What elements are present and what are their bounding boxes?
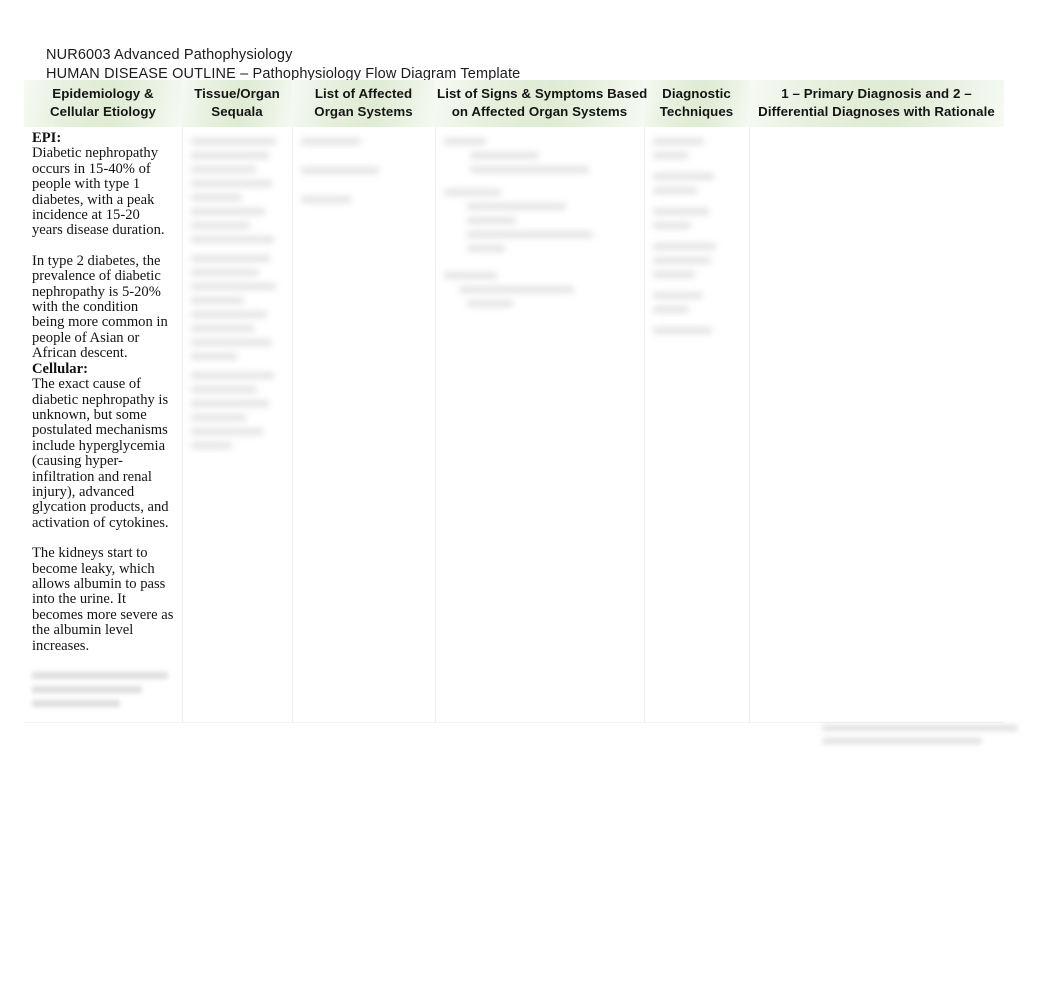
cellular-paragraph-1: The exact cause of diabetic nephropathy … xyxy=(32,376,169,531)
cell-affected-organ-systems xyxy=(292,127,436,723)
pathophysiology-flow-table: Epidemiology & Cellular Etiology Tissue/… xyxy=(24,80,1004,723)
column-header-affected-organ-systems: List of Affected Organ Systems xyxy=(292,80,435,127)
header-line-1: Tissue/Organ xyxy=(194,85,280,101)
epi-paragraph-1: Diabetic nephropathy occurs in 15-40% of… xyxy=(32,145,165,239)
header-line-1: Diagnostic xyxy=(662,85,731,101)
column-1-illegible-note xyxy=(32,672,174,707)
table-header-row: Epidemiology & Cellular Etiology Tissue/… xyxy=(24,80,1004,127)
course-title: NUR6003 Advanced Pathophysiology xyxy=(46,47,293,63)
cell-primary-and-differential-diagnoses xyxy=(749,127,1004,723)
header-line-2: Organ Systems xyxy=(314,104,413,119)
header-line-2: Cellular Etiology xyxy=(49,104,157,119)
column-header-epidemiology: Epidemiology & Cellular Etiology xyxy=(24,80,182,127)
epi-paragraph-2: In type 2 diabetes, the prevalence of di… xyxy=(32,252,168,362)
header-line-1: List of Signs & Symptoms Based xyxy=(437,85,648,101)
column-header-diagnostic-techniques: Diagnostic Techniques xyxy=(644,80,749,127)
illegible-content-block xyxy=(645,127,749,352)
cell-tissue-organ-sequala xyxy=(182,127,293,723)
header-line-2: Sequala xyxy=(211,104,263,119)
header-line-2: Techniques xyxy=(659,104,734,119)
header-line-2: on Affected Organ Systems xyxy=(451,104,628,119)
table-row: EPI: Diabetic nephropathy occurs in 15-4… xyxy=(24,127,1004,723)
footer-illegible-note xyxy=(822,718,1022,751)
cellular-label: Cellular: xyxy=(32,360,88,377)
header-line-1: List of Affected xyxy=(314,85,413,101)
header-line-1: Epidemiology & xyxy=(52,85,154,101)
table-body: EPI: Diabetic nephropathy occurs in 15-4… xyxy=(24,127,1004,723)
illegible-content-block xyxy=(183,127,292,467)
cellular-paragraph-2: The kidneys start to become leaky, which… xyxy=(32,545,174,654)
column-header-primary-differential-diagnoses: 1 – Primary Diagnosis and 2 – Differenti… xyxy=(749,80,1004,127)
header-line-1: 1 – Primary Diagnosis and 2 – xyxy=(781,85,972,101)
column-header-signs-symptoms: List of Signs & Symptoms Based on Affect… xyxy=(435,80,648,127)
cell-signs-and-symptoms xyxy=(435,127,645,723)
column-header-tissue-organ-sequala: Tissue/Organ Sequala xyxy=(182,80,292,127)
document-page: NUR6003 Advanced Pathophysiology HUMAN D… xyxy=(0,0,1062,1001)
empty-cell-content xyxy=(750,127,1005,137)
cell-epidemiology-cellular-etiology: EPI: Diabetic nephropathy occurs in 15-4… xyxy=(24,127,183,723)
header-line-2: Differential Diagnoses with Rationale xyxy=(758,104,995,119)
cell-diagnostic-techniques xyxy=(644,127,750,723)
epi-label: EPI: xyxy=(32,130,62,146)
illegible-content-block xyxy=(436,127,644,325)
illegible-content-block xyxy=(293,127,435,221)
